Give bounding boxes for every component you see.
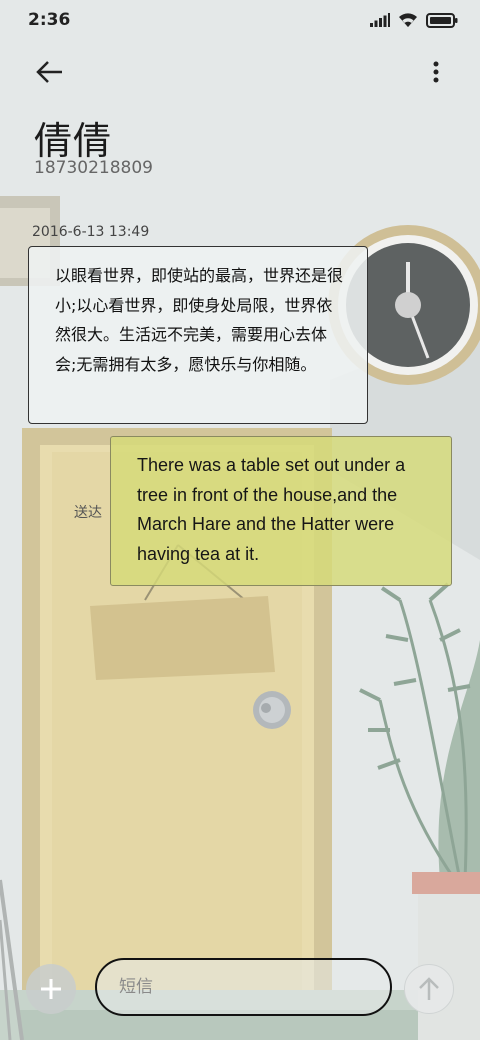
- battery-icon: [426, 12, 458, 28]
- conversation-toolbar: [0, 50, 480, 90]
- message-timestamp: 2016-6-13 13:49: [32, 224, 150, 240]
- contact-name: 倩倩: [34, 119, 113, 163]
- more-vertical-icon: [428, 54, 444, 88]
- plus-icon: [26, 964, 76, 1014]
- status-time: 2:36: [28, 10, 71, 30]
- signal-icon: [370, 13, 390, 27]
- outgoing-message-bubble[interactable]: There was a table set out under a tree i…: [110, 436, 452, 586]
- add-attachment-button[interactable]: [26, 964, 76, 1014]
- outgoing-message-text: There was a table set out under a tree i…: [137, 455, 406, 564]
- message-input[interactable]: [95, 958, 392, 1016]
- delivery-status: 送达: [74, 505, 102, 521]
- more-options-button[interactable]: [428, 54, 444, 88]
- send-button[interactable]: [404, 964, 454, 1014]
- incoming-message-bubble[interactable]: 以眼看世界，即使站的最高，世界还是很小;以心看世界，即使身处局限，世界依然很大。…: [28, 246, 368, 424]
- arrow-left-icon: [30, 54, 70, 88]
- incoming-message-text: 以眼看世界，即使站的最高，世界还是很小;以心看世界，即使身处局限，世界依然很大。…: [55, 266, 344, 374]
- status-icons: [370, 12, 458, 28]
- contact-number: 18730218809: [34, 158, 153, 178]
- status-bar: 2:36: [0, 0, 480, 40]
- arrow-up-icon: [405, 965, 453, 1013]
- wifi-icon: [398, 12, 418, 28]
- back-button[interactable]: [30, 54, 70, 88]
